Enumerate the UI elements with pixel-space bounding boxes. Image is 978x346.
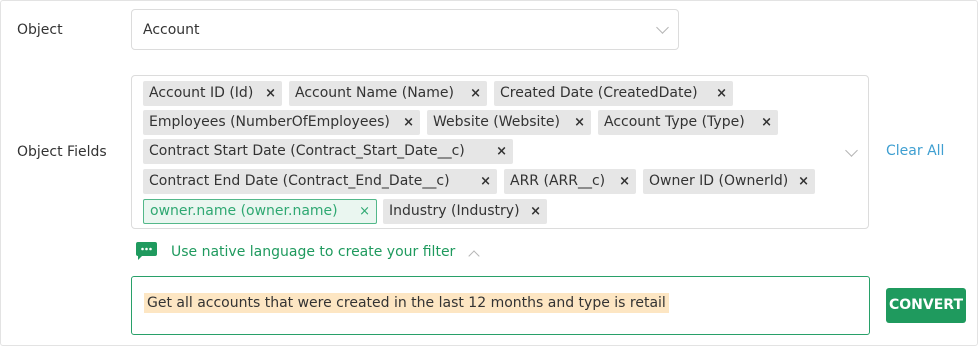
remove-chip-icon[interactable]: × [574,110,585,135]
remove-chip-icon[interactable]: × [403,110,414,135]
chip-label: Contract End Date (Contract_End_Date__c) [149,173,450,189]
field-chip: Website (Website) × [427,110,591,135]
convert-button[interactable]: CONVERT [886,288,966,323]
remove-chip-icon[interactable]: × [265,81,276,106]
field-chip: Employees (NumberOfEmployees) × [143,110,420,135]
remove-chip-icon[interactable]: × [761,110,772,135]
chip-label: Account Name (Name) [295,85,454,101]
chip-label: Owner ID (OwnerId) [649,173,789,189]
remove-chip-icon[interactable]: × [530,199,541,224]
field-chip: Owner ID (OwnerId) × [643,169,815,194]
field-chip: Account ID (Id) × [143,81,282,106]
chip-label: ARR (ARR__c) [510,173,606,189]
native-language-label: Use native language to create your filte… [171,244,456,260]
field-chip-selected[interactable]: owner.name (owner.name) × [143,199,377,224]
remove-chip-icon[interactable]: × [619,169,630,194]
remove-chip-icon[interactable]: × [716,81,727,106]
remove-chip-icon[interactable]: × [480,169,491,194]
natural-language-input[interactable]: Get all accounts that were created in th… [131,276,870,335]
chevron-up-icon[interactable] [468,250,480,262]
field-chip: Account Name (Name) × [289,81,487,106]
remove-chip-icon[interactable]: × [359,200,370,223]
chat-bubble-icon [136,242,157,260]
field-chip: Account Type (Type) × [598,110,778,135]
filter-panel: Object Account Object Fields Account ID … [0,0,978,346]
chevron-down-icon [656,21,669,34]
field-chip: Contract Start Date (Contract_Start_Date… [143,139,513,164]
object-select-value: Account [143,22,200,38]
field-chip: ARR (ARR__c) × [504,169,636,194]
object-select[interactable]: Account [131,9,679,50]
clear-all-link[interactable]: Clear All [886,143,944,159]
chip-label: Industry (Industry) [389,203,520,219]
chip-label: Employees (NumberOfEmployees) [149,114,390,130]
remove-chip-icon[interactable]: × [798,169,809,194]
field-chip: Industry (Industry) × [383,199,547,224]
chip-label: Contract Start Date (Contract_Start_Date… [149,143,465,159]
chip-label: Account Type (Type) [604,114,745,130]
field-chip: Created Date (CreatedDate) × [494,81,733,106]
chevron-down-icon[interactable] [845,144,858,157]
field-chip: Contract End Date (Contract_End_Date__c)… [143,169,497,194]
chip-label: Created Date (CreatedDate) [500,85,698,101]
chip-label: Website (Website) [433,114,560,130]
chip-label: Account ID (Id) [149,85,254,101]
object-label: Object [17,22,63,38]
remove-chip-icon[interactable]: × [496,139,507,164]
prompt-text: Get all accounts that were created in th… [144,293,669,313]
remove-chip-icon[interactable]: × [470,81,481,106]
chip-label: owner.name (owner.name) [150,203,338,219]
object-fields-label: Object Fields [17,144,107,160]
object-fields-multiselect[interactable]: Account ID (Id) × Account Name (Name) × … [131,75,869,229]
